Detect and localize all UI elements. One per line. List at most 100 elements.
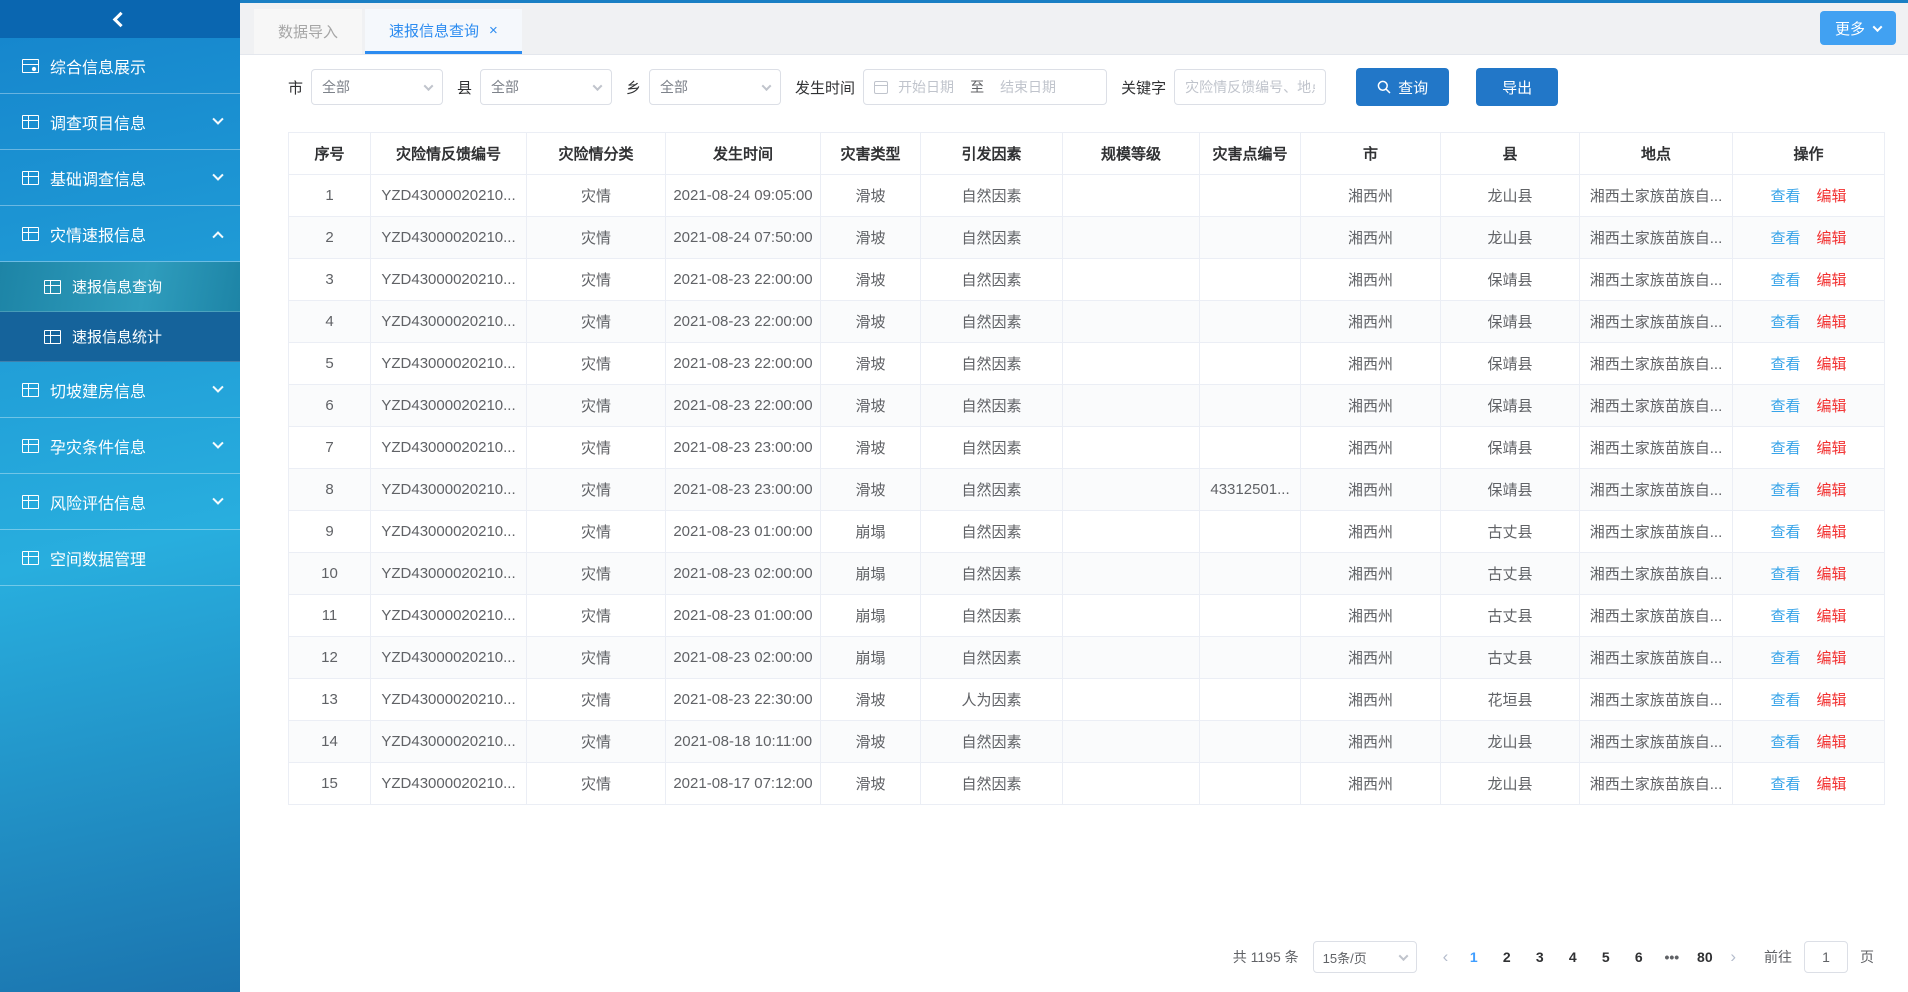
table-cell (1200, 721, 1301, 763)
table-cell: 2021-08-24 09:05:00 (666, 175, 821, 217)
view-link[interactable]: 查看 (1770, 440, 1800, 457)
view-link[interactable]: 查看 (1770, 398, 1800, 415)
tab-report-query[interactable]: 速报信息查询 × (365, 9, 522, 54)
sidebar-item-disaster-report[interactable]: 灾情速报信息 (0, 206, 240, 262)
town-select[interactable]: 全部 (649, 69, 781, 105)
view-link[interactable]: 查看 (1770, 734, 1800, 751)
column-header: 县 (1441, 133, 1580, 175)
edit-link[interactable]: 编辑 (1817, 650, 1847, 667)
table-cell: 湘西土家族苗族自... (1580, 553, 1733, 595)
edit-link[interactable]: 编辑 (1817, 776, 1847, 793)
table-cell: 湘西州 (1301, 553, 1441, 595)
table-cell: 龙山县 (1441, 217, 1580, 259)
edit-link[interactable]: 编辑 (1817, 272, 1847, 289)
page-number-1[interactable]: 1 (1460, 949, 1487, 965)
export-button[interactable]: 导出 (1476, 68, 1558, 106)
chevron-down-icon (593, 81, 603, 91)
close-icon[interactable]: × (489, 23, 498, 38)
view-link[interactable]: 查看 (1770, 608, 1800, 625)
view-link[interactable]: 查看 (1770, 650, 1800, 667)
view-link[interactable]: 查看 (1770, 524, 1800, 541)
edit-link[interactable]: 编辑 (1817, 692, 1847, 709)
start-date-placeholder: 开始日期 (898, 77, 954, 97)
edit-link[interactable]: 编辑 (1817, 356, 1847, 373)
edit-link[interactable]: 编辑 (1817, 734, 1847, 751)
table-cell: 滑坡 (821, 175, 921, 217)
table-cell: 灾情 (527, 721, 666, 763)
table-cell: 龙山县 (1441, 763, 1580, 805)
table-cell: 湘西土家族苗族自... (1580, 469, 1733, 511)
table-cell: 2021-08-23 23:00:00 (666, 469, 821, 511)
keyword-input[interactable] (1174, 69, 1326, 105)
table-cell-operations: 查看编辑 (1733, 301, 1885, 343)
edit-link[interactable]: 编辑 (1817, 608, 1847, 625)
sidebar-item-slope-housing[interactable]: 切坡建房信息 (0, 362, 240, 418)
view-link[interactable]: 查看 (1770, 776, 1800, 793)
table-cell (1063, 637, 1200, 679)
county-select[interactable]: 全部 (480, 69, 612, 105)
sidebar-item-risk-assessment[interactable]: 风险评估信息 (0, 474, 240, 530)
sidebar-item-spatial-data[interactable]: 空间数据管理 (0, 530, 240, 586)
view-link[interactable]: 查看 (1770, 356, 1800, 373)
view-link[interactable]: 查看 (1770, 230, 1800, 247)
table-cell (1063, 469, 1200, 511)
next-page-button[interactable]: › (1724, 947, 1742, 967)
page-number-6[interactable]: 6 (1625, 949, 1652, 965)
edit-link[interactable]: 编辑 (1817, 314, 1847, 331)
page-number-4[interactable]: 4 (1559, 949, 1586, 965)
view-link[interactable]: 查看 (1770, 482, 1800, 499)
view-link[interactable]: 查看 (1770, 314, 1800, 331)
table-cell: YZD43000020210... (371, 679, 527, 721)
more-pages-icon[interactable]: ••• (1658, 949, 1685, 965)
more-button[interactable]: 更多 (1820, 11, 1896, 45)
page-number-80[interactable]: 80 (1691, 949, 1718, 965)
table-cell: 2 (289, 217, 371, 259)
edit-link[interactable]: 编辑 (1817, 524, 1847, 541)
sidebar-collapse-button[interactable] (0, 0, 240, 38)
table-cell: YZD43000020210... (371, 427, 527, 469)
date-range-picker[interactable]: 开始日期 至 结束日期 (863, 69, 1107, 105)
view-link[interactable]: 查看 (1770, 566, 1800, 583)
page-size-select[interactable]: 15条/页 (1313, 941, 1417, 973)
table-icon (22, 115, 39, 129)
table-cell: 滑坡 (821, 763, 921, 805)
view-link[interactable]: 查看 (1770, 692, 1800, 709)
sidebar-item-basic-survey[interactable]: 基础调查信息 (0, 150, 240, 206)
page-number-3[interactable]: 3 (1526, 949, 1553, 965)
table-cell: 3 (289, 259, 371, 301)
sidebar-item-report-query[interactable]: 速报信息查询 (0, 262, 240, 312)
column-header: 规模等级 (1063, 133, 1200, 175)
page-number-2[interactable]: 2 (1493, 949, 1520, 965)
chevron-down-icon (212, 437, 223, 448)
sidebar-item-survey-project[interactable]: 调查项目信息 (0, 94, 240, 150)
city-select[interactable]: 全部 (311, 69, 443, 105)
sidebar-menu: 综合信息展示 调查项目信息 基础调查信息 灾情速报信息 速报信息查询 速报信息统… (0, 38, 240, 586)
table-cell: 自然因素 (921, 595, 1063, 637)
edit-link[interactable]: 编辑 (1817, 188, 1847, 205)
view-link[interactable]: 查看 (1770, 272, 1800, 289)
edit-link[interactable]: 编辑 (1817, 398, 1847, 415)
query-button[interactable]: 查询 (1356, 68, 1449, 106)
chevron-up-icon (212, 231, 223, 242)
table-row: 4YZD43000020210...灾情2021-08-23 22:00:00滑… (289, 301, 1885, 343)
edit-link[interactable]: 编辑 (1817, 566, 1847, 583)
table-cell (1063, 511, 1200, 553)
table-cell (1200, 259, 1301, 301)
table-cell: 2021-08-23 22:00:00 (666, 301, 821, 343)
edit-link[interactable]: 编辑 (1817, 230, 1847, 247)
edit-link[interactable]: 编辑 (1817, 440, 1847, 457)
goto-page-input[interactable] (1804, 941, 1848, 973)
sidebar-item-report-stats[interactable]: 速报信息统计 (0, 312, 240, 362)
tab-data-import[interactable]: 数据导入 (254, 9, 362, 54)
chevron-down-icon (212, 493, 223, 504)
sidebar-item-overview[interactable]: 综合信息展示 (0, 38, 240, 94)
table-cell: 湘西州 (1301, 721, 1441, 763)
report-table-wrap: 序号灾险情反馈编号灾险情分类发生时间灾害类型引发因素规模等级灾害点编号市县地点操… (288, 132, 1884, 805)
table-cell: 古丈县 (1441, 511, 1580, 553)
view-link[interactable]: 查看 (1770, 188, 1800, 205)
page-number-5[interactable]: 5 (1592, 949, 1619, 965)
edit-link[interactable]: 编辑 (1817, 482, 1847, 499)
table-cell-operations: 查看编辑 (1733, 763, 1885, 805)
prev-page-button[interactable]: ‹ (1437, 947, 1455, 967)
sidebar-item-hazard-condition[interactable]: 孕灾条件信息 (0, 418, 240, 474)
